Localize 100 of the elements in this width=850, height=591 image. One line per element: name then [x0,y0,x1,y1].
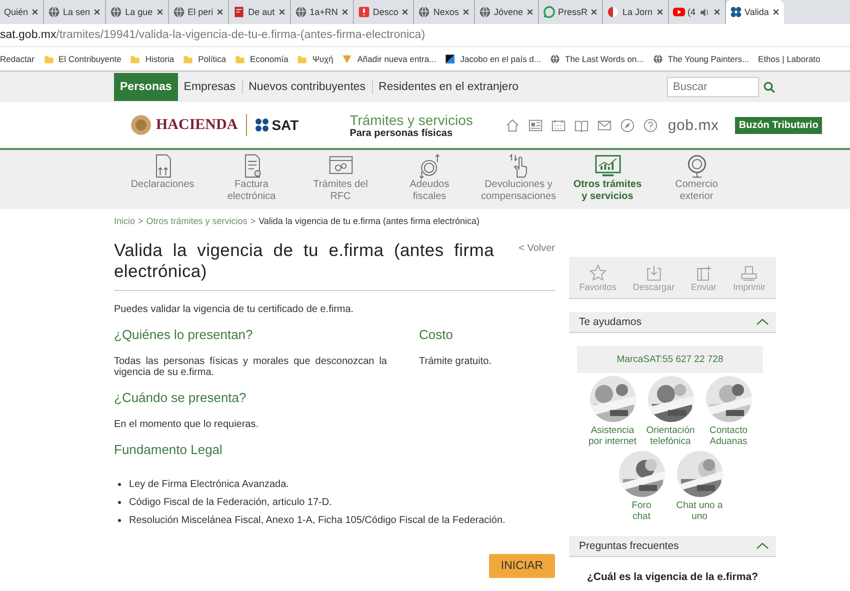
bookmark[interactable]: Añadir nueva entra... [342,54,436,64]
video-play-icon [672,6,685,18]
bookmark[interactable]: Jacobo en el país d... [445,54,541,64]
dots-icon [730,6,742,18]
document-icon [233,6,246,18]
folder-icon [235,54,246,64]
close-icon[interactable] [772,8,780,16]
calendar-icon[interactable] [550,118,566,132]
nav-item[interactable]: Trámites del RFC [296,150,385,209]
body-text: Trámite gratuito. [419,356,492,367]
tab-title: Nexos [433,7,459,17]
help-option[interactable]: Asistencia por internet [589,376,636,447]
globe-icon [48,6,60,18]
bookmark[interactable]: El Contribuyente [44,54,122,64]
accordion-header[interactable]: Te ayudamos [569,312,776,333]
folder-icon [130,54,140,64]
breadcrumb-link[interactable]: Inicio [114,216,136,233]
nav-item[interactable]: Factura electrónica [207,150,296,209]
start-button[interactable]: INICIAR [489,554,555,578]
star-icon [588,264,607,282]
close-icon[interactable] [526,8,534,16]
list-item-text: Resolución Miscelánea Fiscal, Anexo 1-A, Ficha 105/Código Fiscal de la Federación. [129,515,506,526]
body-text: Todas las personas físicas y morales que desconozcan la vigencia de su e.firma. [114,356,387,378]
nav-item[interactable]: Devoluciones y compensaciones [474,150,563,209]
close-icon[interactable] [462,8,470,16]
circle-icon [607,6,620,18]
print-icon [740,264,758,282]
folder-icon [297,54,308,64]
bookmark[interactable]: Historia [130,54,174,64]
folder-icon [183,54,194,64]
download-icon [644,264,663,282]
nav-tab[interactable]: Residentes en el extranjero [372,80,525,94]
dots-icon [254,118,269,132]
help-icon[interactable] [642,118,658,132]
logo-text: SAT [272,117,300,133]
address-field[interactable]: sat.gob.mx/tramites/19941/valida-la-vigencia-de-tu-e.firma-(antes-firma-electronica) [0,29,426,41]
list-item-text: Ley de Firma Electrónica Avanzada. [129,479,289,490]
section-heading: ¿Cuándo se presenta? [114,390,248,405]
help-option[interactable]: Foro chat [618,451,665,522]
search-icon[interactable] [763,80,776,94]
square-icon [445,54,456,64]
newspaper-icon[interactable] [528,118,543,132]
tab-title: La gue [125,7,153,17]
breadcrumb-link[interactable]: Otros trámites y servicios [146,216,248,233]
bookmark[interactable]: Ψυχή [297,54,334,64]
nav-tab[interactable]: Nuevos contribuyentes [242,80,373,94]
tab-title: Desco [372,7,398,17]
nav-item[interactable]: Adeudos fiscales [385,150,474,209]
chart-icon [592,153,622,179]
tab-title: El peri [188,7,214,17]
close-icon[interactable] [93,8,102,16]
list-item-text: Código Fiscal de la Federación, articulo 17-D. [129,497,332,508]
breadcrumb-current: Valida la vigencia de tu e.firma (antes firma electrónica) [258,216,480,228]
compass-icon[interactable] [620,118,635,132]
bookmark[interactable]: The Young Painters... [652,54,750,64]
close-icon[interactable] [156,8,164,16]
bookmark[interactable]: Redactar [0,54,34,64]
nav-tab[interactable]: Personas [114,73,178,101]
help-option[interactable]: Chat uno a uno [676,451,723,522]
accordion-header[interactable]: Preguntas frecuentes [569,536,776,557]
mailbox-button[interactable]: Buzón Tributario [734,116,822,134]
help-option[interactable]: Contacto Aduanas [705,376,752,447]
close-icon[interactable] [590,8,598,16]
tab-title: La sen [63,7,90,17]
nav-item[interactable]: Declaraciones [118,150,207,209]
globe-icon [478,6,491,18]
nav-item[interactable]: Comercio exterior [652,150,741,209]
tab-title: Jóvene [494,7,523,17]
search-field[interactable]: Buscar [667,77,759,97]
bookmark[interactable]: Política [183,54,226,64]
breadcrumb-separator: > [138,216,144,228]
tab-title: De aut [248,7,275,17]
help-option[interactable]: Orientación telefónica [647,376,694,447]
globe-icon [294,6,307,18]
close-icon[interactable] [656,8,664,16]
close-icon[interactable] [340,8,349,16]
bookmark[interactable]: The Last Words on... [550,54,644,64]
section-heading: Fundamento Legal [114,442,224,457]
bookmark[interactable]: Ethos | Laborato [758,54,820,64]
nav-item[interactable]: Otros trámites y servicios [563,150,652,209]
share-icon [694,264,713,282]
bookmark[interactable]: Economía [235,54,288,64]
globe-icon [172,6,185,18]
faq-question[interactable]: ¿Cuál es la vigencia de la e.firma? [569,557,776,583]
close-icon[interactable] [31,8,40,16]
bullet-icon [118,483,121,486]
speech-bubble-icon [542,6,555,18]
home-icon[interactable] [504,118,520,132]
nav-tab[interactable]: Empresas [178,80,243,94]
folder-icon [44,54,54,64]
globe-icon [652,54,663,64]
browser-tab[interactable]: Valida [726,0,784,24]
speaker-icon[interactable] [698,6,710,18]
gob-logo-text[interactable]: gob.mx [668,116,719,134]
close-icon[interactable] [401,8,410,16]
close-icon[interactable] [216,8,224,16]
globe-icon [418,6,430,18]
back-link[interactable]: < Volver [518,240,555,282]
close-icon[interactable] [278,8,286,16]
close-icon[interactable] [712,8,721,16]
